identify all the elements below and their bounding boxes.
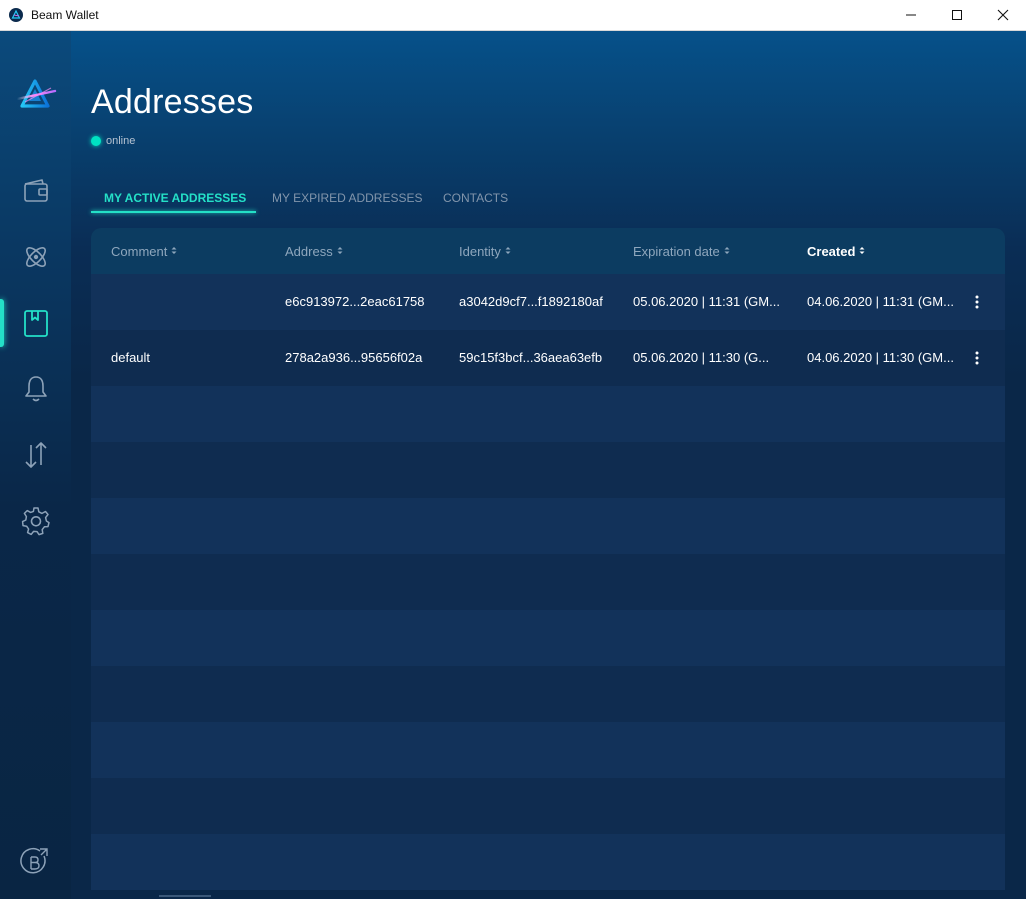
page-title: Addresses	[91, 83, 254, 121]
sidebar-item-utxo[interactable]	[0, 429, 71, 481]
app-window: Addresses online MY ACTIVE ADDRESSES MY …	[0, 31, 1026, 899]
active-tab-indicator	[91, 211, 256, 213]
addresses-table: Comment Address Identity Expiration date…	[91, 228, 1005, 890]
maximize-button[interactable]	[934, 0, 980, 30]
sidebar-item-settings[interactable]	[0, 495, 71, 547]
status-text: online	[106, 135, 136, 147]
empty-row	[91, 778, 1005, 834]
close-button[interactable]	[980, 0, 1026, 30]
minimize-icon	[906, 14, 916, 16]
sort-icon	[859, 247, 865, 254]
empty-row	[91, 666, 1005, 722]
empty-row	[91, 498, 1005, 554]
sidebar-item-notifications[interactable]	[0, 363, 71, 415]
cell-address: 278a2a936...95656f02a	[285, 350, 423, 365]
address-book-icon	[23, 310, 48, 337]
window-title: Beam Wallet	[31, 8, 99, 22]
more-vertical-icon	[975, 295, 979, 309]
cell-expiration-date: 05.06.2020 | 11:30 (G...	[633, 350, 770, 365]
empty-row	[91, 386, 1005, 442]
empty-row	[91, 722, 1005, 778]
tab-my-expired-addresses[interactable]: MY EXPIRED ADDRESSES	[272, 191, 423, 205]
beam-logo	[15, 79, 57, 108]
sidebar-item-addresses[interactable]	[0, 297, 71, 349]
beam-explorer-link[interactable]	[20, 847, 50, 877]
cell-created: 04.06.2020 | 11:30 (GM...	[807, 350, 954, 365]
column-header-label: Created	[807, 244, 856, 259]
column-header-label: Address	[285, 244, 333, 259]
sort-icon	[724, 247, 730, 254]
column-header-label: Comment	[111, 244, 168, 259]
cell-created: 04.06.2020 | 11:31 (GM...	[807, 294, 954, 309]
minimize-button[interactable]	[888, 0, 934, 30]
gear-icon	[21, 507, 50, 536]
bell-icon	[24, 376, 47, 402]
maximize-icon	[952, 10, 962, 20]
tab-my-active-addresses[interactable]: MY ACTIVE ADDRESSES	[104, 191, 246, 205]
atom-icon	[25, 247, 46, 267]
column-header-label: Identity	[459, 244, 501, 259]
cell-identity: a3042d9cf7...f1892180af	[459, 294, 603, 309]
column-header-expiration-date[interactable]: Expiration date	[633, 244, 730, 259]
column-header-identity[interactable]: Identity	[459, 244, 511, 259]
row-actions-button[interactable]	[969, 292, 985, 312]
empty-row	[91, 554, 1005, 610]
beam-app-icon	[9, 8, 23, 22]
column-header-address[interactable]: Address	[285, 244, 343, 259]
wallet-icon	[23, 179, 48, 202]
cell-expiration-date: 05.06.2020 | 11:31 (GM...	[633, 294, 780, 309]
empty-row	[91, 442, 1005, 498]
sort-icon	[171, 247, 177, 254]
sort-icon	[505, 247, 511, 254]
sidebar-item-wallet[interactable]	[0, 165, 71, 217]
empty-row	[91, 610, 1005, 666]
sidebar-item-atomic-swap[interactable]	[0, 231, 71, 283]
tab-contacts[interactable]: CONTACTS	[443, 191, 508, 205]
online-status-dot	[91, 136, 101, 146]
scrollbar-hint[interactable]	[159, 895, 211, 897]
table-row[interactable]: default 278a2a936...95656f02a 59c15f3bcf…	[91, 330, 1005, 386]
column-header-comment[interactable]: Comment	[111, 244, 177, 259]
connection-status: online	[91, 135, 135, 147]
more-vertical-icon	[975, 351, 979, 365]
column-header-label: Expiration date	[633, 244, 720, 259]
cell-address: e6c913972...2eac61758	[285, 294, 425, 309]
row-actions-button[interactable]	[969, 348, 985, 368]
empty-row	[91, 834, 1005, 890]
column-header-created[interactable]: Created	[807, 244, 865, 259]
table-header: Comment Address Identity Expiration date…	[91, 228, 1005, 274]
cell-identity: 59c15f3bcf...36aea63efb	[459, 350, 603, 365]
close-icon	[997, 9, 1009, 21]
sidebar	[0, 31, 71, 899]
table-row[interactable]: e6c913972...2eac61758 a3042d9cf7...f1892…	[91, 274, 1005, 330]
title-bar: Beam Wallet	[0, 0, 1026, 31]
cell-comment: default	[111, 350, 151, 365]
transfer-arrows-icon	[24, 442, 47, 468]
beam-explorer-link-icon	[20, 848, 48, 874]
sort-icon	[337, 247, 343, 254]
